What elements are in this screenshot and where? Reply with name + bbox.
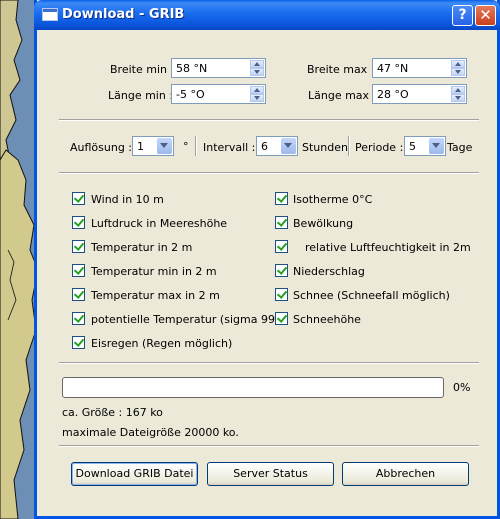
checkbox-label: Eisregen (Regen möglich) — [91, 337, 233, 350]
interval-value: 6 — [261, 140, 268, 153]
checkbox-snow-depth[interactable] — [275, 312, 288, 325]
checkbox-temperature[interactable] — [72, 240, 85, 253]
period-select[interactable]: 5 — [404, 136, 446, 156]
cancel-button[interactable]: Abbrechen — [342, 462, 469, 486]
interval-label: Intervall : — [203, 141, 256, 154]
divider — [59, 172, 479, 174]
interval-unit: Stunden — [302, 141, 348, 154]
lat-min-value: 58 °N — [176, 62, 208, 75]
progress-percent: 0% — [453, 381, 471, 394]
lon-min-spinner[interactable]: -5 °O — [171, 84, 266, 104]
checkbox-isotherm[interactable] — [275, 192, 288, 205]
lon-max-spinner[interactable]: 28 °O — [372, 84, 467, 104]
checkbox-label: Wind in 10 m — [91, 193, 164, 206]
resolution-value: 1 — [137, 140, 144, 153]
lat-max-label: Breite max : — [307, 63, 375, 76]
close-button[interactable]: ✕ — [475, 5, 496, 26]
checkbox-label: Schnee (Schneefall möglich) — [293, 289, 450, 302]
checkbox-temperature-min[interactable] — [72, 264, 85, 277]
checkbox-label: relative Luftfeuchtigkeit in 2m — [305, 241, 471, 254]
help-button[interactable]: ? — [452, 5, 473, 26]
max-file-size: maximale Dateigröße 20000 ko. — [62, 426, 239, 439]
download-grib-button[interactable]: Download GRIB Datei — [71, 462, 198, 486]
checkbox-humidity[interactable] — [275, 240, 288, 253]
checkbox-label: Niederschlag — [293, 265, 365, 278]
divider — [59, 119, 479, 121]
lat-max-up-arrow-icon[interactable] — [451, 60, 465, 68]
checkbox-freezing-rain[interactable] — [72, 336, 85, 349]
checkbox-pressure[interactable] — [72, 216, 85, 229]
lat-min-down-arrow-icon[interactable] — [250, 68, 264, 76]
size-estimate: ca. Größe : 167 ko — [62, 406, 163, 419]
checkbox-snow[interactable] — [275, 288, 288, 301]
chevron-down-icon[interactable] — [157, 138, 172, 154]
checkbox-potential-temperature[interactable] — [72, 312, 85, 325]
checkbox-label: potentielle Temperatur (sigma 995) — [91, 313, 287, 326]
period-label: Periode : — [355, 141, 404, 154]
checkbox-label: Luftdruck in Meereshöhe — [91, 217, 228, 230]
checkbox-precipitation[interactable] — [275, 264, 288, 277]
divider — [195, 136, 197, 156]
lat-max-down-arrow-icon[interactable] — [451, 68, 465, 76]
grib-download-dialog: Download - GRIB ? ✕ Breite min : 58 °N B… — [34, 0, 500, 519]
checkbox-label: Temperatur min in 2 m — [91, 265, 217, 278]
chevron-down-icon[interactable] — [429, 138, 444, 154]
checkbox-label: Temperatur in 2 m — [91, 241, 193, 254]
lon-max-value: 28 °O — [377, 88, 409, 101]
lat-min-label: Breite min : — [110, 63, 175, 76]
title-bar: Download - GRIB ? ✕ — [34, 0, 500, 30]
period-unit: Tage — [447, 141, 473, 154]
lon-min-down-arrow-icon[interactable] — [250, 94, 264, 102]
resolution-label: Auflösung : — [70, 141, 133, 154]
interval-select[interactable]: 6 — [256, 136, 298, 156]
lon-min-up-arrow-icon[interactable] — [250, 86, 264, 94]
window-icon — [42, 8, 58, 21]
resolution-select[interactable]: 1 — [132, 136, 174, 156]
checkbox-temperature-max[interactable] — [72, 288, 85, 301]
chevron-down-icon[interactable] — [281, 138, 296, 154]
lat-min-spinner[interactable]: 58 °N — [171, 58, 266, 78]
lat-max-spinner[interactable]: 47 °N — [372, 58, 467, 78]
checkbox-wind[interactable] — [72, 192, 85, 205]
lon-min-label: Länge min : — [108, 89, 174, 102]
checkbox-label: Temperatur max in 2 m — [91, 289, 220, 302]
lon-max-label: Länge max : — [308, 89, 377, 102]
checkbox-cloud-cover[interactable] — [275, 216, 288, 229]
checkbox-label: Isotherme 0°C — [293, 193, 373, 206]
download-progress-bar — [62, 377, 444, 398]
lon-max-down-arrow-icon[interactable] — [451, 94, 465, 102]
checkbox-label: Schneehöhe — [293, 313, 361, 326]
divider — [59, 445, 479, 447]
resolution-unit: ° — [183, 140, 189, 153]
server-status-button[interactable]: Server Status — [207, 462, 334, 486]
lat-max-value: 47 °N — [377, 62, 409, 75]
lat-min-up-arrow-icon[interactable] — [250, 60, 264, 68]
lon-max-up-arrow-icon[interactable] — [451, 86, 465, 94]
lon-min-value: -5 °O — [176, 88, 205, 101]
divider — [348, 136, 350, 156]
checkbox-label: Bewölkung — [293, 217, 354, 230]
period-value: 5 — [409, 140, 416, 153]
window-title: Download - GRIB — [62, 7, 185, 22]
divider — [59, 362, 479, 364]
